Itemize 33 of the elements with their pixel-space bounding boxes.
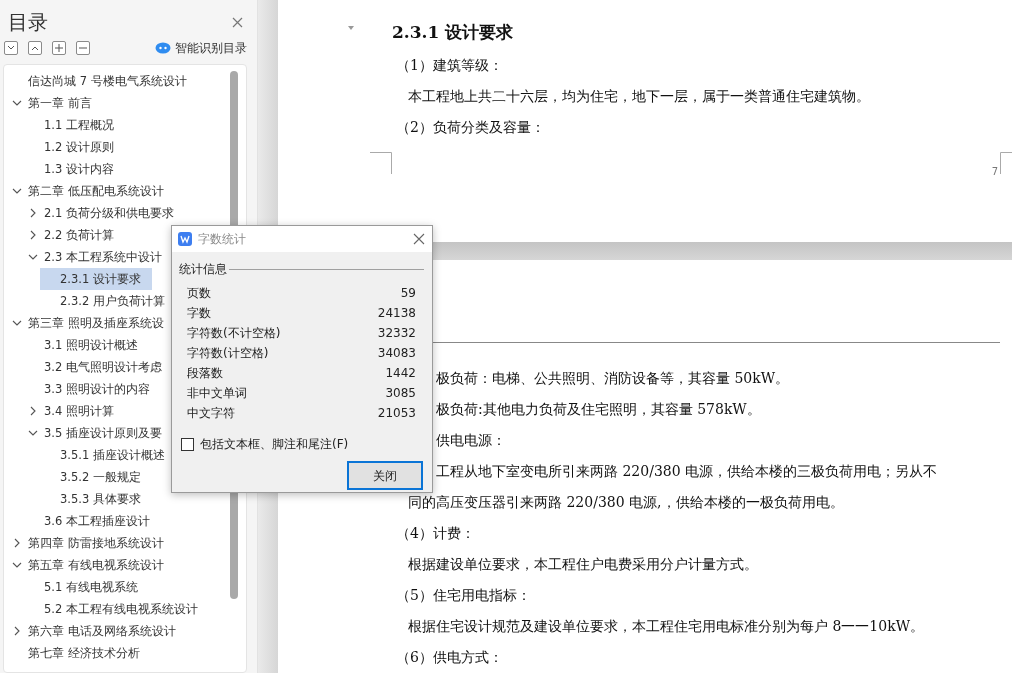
panel-title: 目录 — [8, 12, 48, 32]
dialog-title: 字数统计 — [198, 231, 247, 248]
stat-value: 34083 — [377, 345, 416, 362]
body-paragraph: 根据住宅设计规范及建设单位要求，本工程住宅用电标准分别为每户 8一一10kW。 — [408, 618, 925, 634]
body-paragraph: 工程从地下室变电所引来两路 220/380 电源，供给本楼的三极负荷用电；另从不 — [436, 463, 938, 479]
body-paragraph: 供电电源： — [436, 432, 506, 448]
stat-value: 3085 — [385, 385, 416, 402]
list-item-heading: （2）负荷分类及容量： — [396, 119, 545, 135]
checkbox-label: 包括文本框、脚注和尾注(F) — [200, 436, 349, 453]
body-paragraph: 极负荷:其他电力负荷及住宅照明，其容量 578kW。 — [436, 401, 761, 417]
stat-label: 中文字符 — [187, 405, 235, 422]
stat-value: 59 — [400, 285, 416, 302]
page-number: 7 — [991, 165, 998, 179]
group-label: 统计信息 — [179, 261, 227, 278]
body-paragraph: 本工程地上共二十六层，均为住宅，地下一层，属于一类普通住宅建筑物。 — [408, 88, 870, 104]
body-paragraph: 极负荷：电梯、公共照明、消防设备等，其容量 50kW。 — [436, 370, 790, 386]
stat-value: 32332 — [377, 325, 416, 342]
stat-label: 段落数 — [187, 365, 223, 382]
body-paragraph: 根据建设单位要求，本工程住户电费采用分户计量方式。 — [408, 556, 758, 572]
list-item-heading: （6）供电方式： — [396, 649, 503, 665]
list-item-heading: （1）建筑等级： — [396, 57, 503, 73]
stat-label: 字符数(不计空格) — [187, 325, 281, 342]
section-heading: 2.3.1 设计要求 — [392, 22, 514, 42]
stat-label: 字符数(计空格) — [187, 345, 269, 362]
body-paragraph: 同的高压变压器引来两路 220/380 电源,，供给本楼的一极负荷用电。 — [408, 494, 844, 510]
stat-label: 字数 — [187, 305, 211, 322]
stat-value: 24138 — [377, 305, 416, 322]
stat-label: 页数 — [187, 285, 211, 302]
stat-value: 21053 — [377, 405, 416, 422]
list-item-heading: （5）住宅用电指标： — [396, 587, 531, 603]
stat-value: 1442 — [385, 365, 416, 382]
stat-label: 非中文单词 — [187, 385, 247, 402]
list-item-heading: （4）计费： — [396, 525, 475, 541]
